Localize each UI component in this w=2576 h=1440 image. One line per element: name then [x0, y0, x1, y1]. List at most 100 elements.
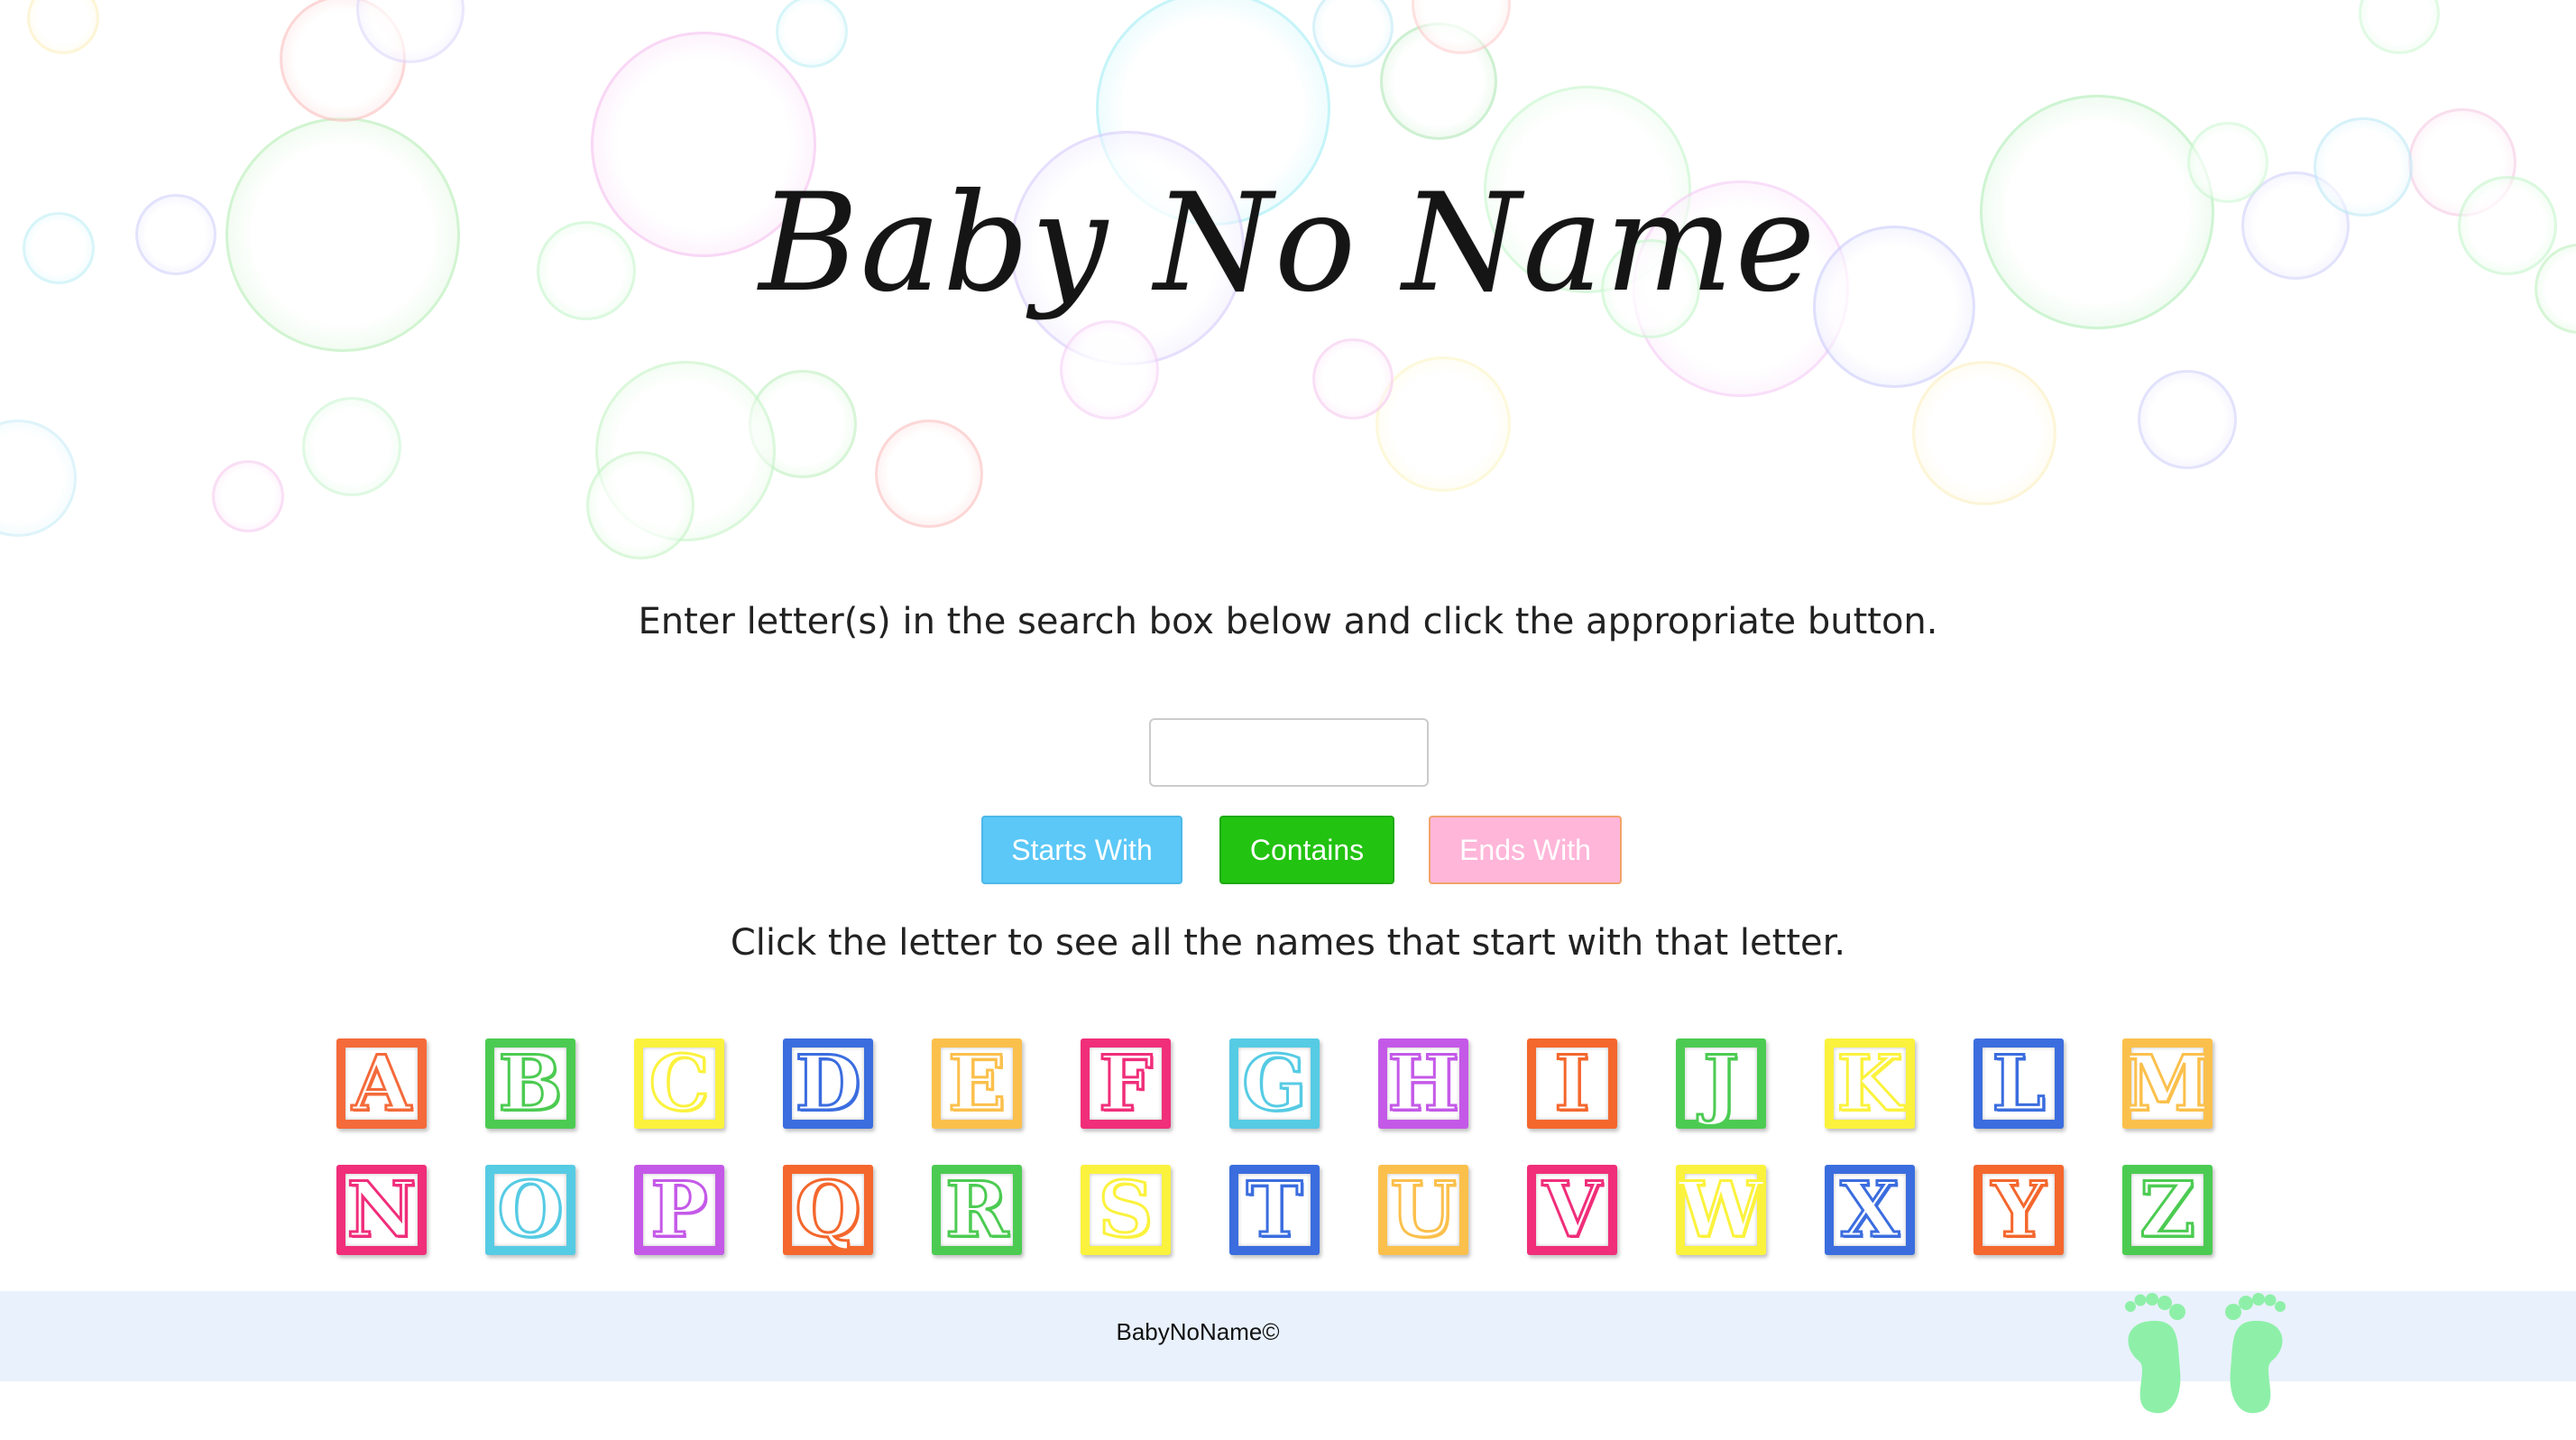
bubble-decoration — [1312, 0, 1394, 68]
bubbles-header: Baby No Name — [0, 0, 2576, 563]
letter-block-y[interactable]: Y — [1973, 1165, 2064, 1255]
letter-block-face: I — [1536, 1044, 1608, 1122]
letter-block-face: C — [643, 1038, 715, 1128]
letter-block-face: Y — [1983, 1165, 2055, 1254]
letter-block-label: Z — [2139, 1165, 2196, 1254]
letters-instruction: Click the letter to see all the names th… — [730, 922, 1846, 964]
letter-block-face: A — [345, 1038, 418, 1128]
bubble-decoration — [1375, 356, 1511, 492]
bubble-decoration — [2359, 0, 2440, 54]
letter-block-g[interactable]: G — [1229, 1038, 1320, 1129]
letter-block-face: L — [1983, 1038, 2055, 1128]
letter-block-label: M — [2124, 1038, 2211, 1128]
letter-block-v[interactable]: V — [1527, 1165, 1617, 1255]
footprint-toe — [2225, 1304, 2241, 1320]
letter-block-face: S — [1090, 1170, 1162, 1249]
letter-block-u[interactable]: U — [1378, 1165, 1468, 1255]
bubble-decoration — [27, 0, 99, 54]
letter-block-face: M — [2124, 1044, 2211, 1122]
letter-block-label: O — [496, 1165, 565, 1254]
letter-block-face: T — [1238, 1165, 1311, 1254]
letter-block-c[interactable]: C — [634, 1038, 724, 1129]
bubble-decoration — [2138, 370, 2237, 469]
footprint-toe — [2125, 1301, 2136, 1312]
letter-block-label: U — [1389, 1165, 1458, 1254]
footprint-toe — [2146, 1293, 2158, 1306]
letter-block-face: U — [1387, 1165, 1459, 1254]
letter-block-label: E — [946, 1038, 1007, 1128]
letter-block-label: Q — [794, 1165, 862, 1254]
letter-block-a[interactable]: A — [336, 1038, 427, 1129]
letter-block-p[interactable]: P — [634, 1165, 724, 1255]
letter-block-k[interactable]: K — [1825, 1038, 1915, 1129]
contains-button[interactable]: Contains — [1219, 816, 1394, 884]
letter-block-label: B — [497, 1038, 564, 1128]
letter-block-label: K — [1835, 1038, 1904, 1128]
letter-block-n[interactable]: N — [336, 1165, 427, 1255]
letter-block-label: N — [345, 1165, 418, 1254]
bubble-decoration — [875, 420, 983, 528]
letter-block-face: V — [1536, 1165, 1608, 1254]
letter-block-face: J — [1685, 1038, 1757, 1128]
letter-block-label: X — [1839, 1165, 1900, 1254]
letter-block-label: W — [1677, 1165, 1764, 1254]
bubble-decoration — [212, 460, 284, 532]
letter-block-label: Y — [1991, 1165, 2047, 1254]
letter-block-d[interactable]: D — [783, 1038, 873, 1129]
letter-block-label: V — [1541, 1165, 1603, 1254]
letter-block-face: G — [1238, 1038, 1311, 1128]
bubble-decoration — [1060, 320, 1159, 420]
letter-block-j[interactable]: J — [1676, 1038, 1766, 1129]
page: Baby No Name Enter letter(s) in the sear… — [0, 0, 2576, 1440]
letter-block-label: J — [1702, 1038, 1741, 1128]
letter-block-face: P — [643, 1165, 715, 1254]
letter-block-s[interactable]: S — [1081, 1165, 1171, 1255]
letter-block-x[interactable]: X — [1825, 1165, 1915, 1255]
bubble-decoration — [1912, 361, 2056, 505]
letter-block-face: B — [494, 1038, 566, 1128]
letter-block-b[interactable]: B — [485, 1038, 575, 1129]
letter-block-label: G — [1241, 1038, 1309, 1128]
letter-block-q[interactable]: Q — [783, 1165, 873, 1255]
letter-block-e[interactable]: E — [932, 1038, 1022, 1129]
letter-block-t[interactable]: T — [1229, 1165, 1320, 1255]
footprint-sole — [2230, 1320, 2283, 1414]
letter-block-m[interactable]: M — [2122, 1038, 2213, 1129]
letter-block-z[interactable]: Z — [2122, 1165, 2213, 1255]
letter-block-f[interactable]: F — [1081, 1038, 1171, 1129]
letter-block-l[interactable]: L — [1973, 1038, 2064, 1129]
letter-block-label: R — [944, 1165, 1010, 1254]
letter-block-face: F — [1090, 1038, 1162, 1128]
letter-block-r[interactable]: R — [932, 1165, 1022, 1255]
letter-block-label: C — [648, 1038, 711, 1128]
letter-block-label: D — [794, 1038, 862, 1128]
search-instruction: Enter letter(s) in the search box below … — [638, 601, 1938, 642]
baby-footprints-icon — [2125, 1293, 2286, 1414]
search-input[interactable] — [1149, 718, 1429, 787]
letter-block-label: L — [1991, 1038, 2047, 1128]
letter-block-i[interactable]: I — [1527, 1038, 1617, 1129]
letter-block-face: K — [1834, 1038, 1906, 1128]
letter-block-o[interactable]: O — [485, 1165, 575, 1255]
bubble-decoration — [776, 0, 848, 68]
letter-block-label: F — [1098, 1038, 1155, 1128]
letter-block-face: D — [792, 1038, 864, 1128]
footprint-toe — [2157, 1296, 2172, 1310]
footprint-toe — [2275, 1301, 2286, 1312]
footprint-toe — [2264, 1294, 2277, 1306]
letter-block-label: T — [1245, 1165, 1303, 1254]
letter-block-face: W — [1677, 1170, 1764, 1249]
bubble-decoration — [586, 451, 695, 559]
letter-block-face: Q — [792, 1165, 864, 1254]
starts-with-button[interactable]: Starts With — [981, 816, 1182, 884]
copyright-text: BabyNoName© — [1116, 1318, 1280, 1345]
bubble-decoration — [0, 420, 77, 537]
letter-block-label: P — [649, 1165, 709, 1254]
ends-with-button[interactable]: Ends With — [1429, 816, 1622, 884]
letter-block-face: H — [1386, 1044, 1460, 1122]
letter-block-h[interactable]: H — [1378, 1038, 1468, 1129]
letter-block-face: E — [941, 1038, 1013, 1128]
letter-block-w[interactable]: W — [1676, 1165, 1766, 1255]
letter-block-face: O — [494, 1165, 566, 1254]
letter-block-label: A — [351, 1038, 412, 1128]
